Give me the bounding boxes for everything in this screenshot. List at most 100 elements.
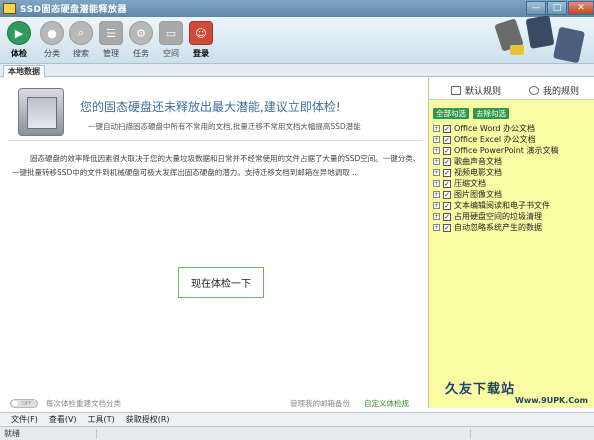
menu-license[interactable]: 获取授权(R) xyxy=(126,414,170,425)
expand-icon[interactable]: + xyxy=(433,125,440,132)
rules-panel: 默认规则 我的规则 全部勾选 去除勾选 + ✓ Office Word 办公文档 +… xyxy=(428,78,594,408)
rule-checkbox[interactable]: ✓ xyxy=(443,135,451,144)
status-bar: 就绪 xyxy=(0,426,594,440)
play-icon: ▶ xyxy=(7,21,31,45)
expand-icon[interactable]: + xyxy=(433,213,440,220)
expand-icon[interactable]: + xyxy=(433,191,440,198)
rebuild-classify-toggle[interactable]: OFF xyxy=(10,398,38,408)
deselect-all-button[interactable]: 去除勾选 xyxy=(473,108,509,119)
rules-tabs: 默认规则 我的规则 xyxy=(429,78,594,100)
app-icon xyxy=(3,3,16,14)
toolbar-manage-button[interactable]: ☰ 管理 xyxy=(96,21,126,59)
maximize-button[interactable]: □ xyxy=(547,1,567,15)
rule-item: + ✓ Office Excel 办公文档 xyxy=(433,134,593,145)
toolbar: ▶ 体检 ● 分类 ⌕ 搜索 ☰ 管理 ⚙ 任务 ▭ 空间 ☺ 登录 xyxy=(0,15,594,64)
toolbar-classify-button[interactable]: ● 分类 xyxy=(37,21,67,59)
tab-bar: 本地数据 xyxy=(0,64,594,78)
user-icon: ☺ xyxy=(189,21,213,45)
rule-label: 压缩文档 xyxy=(454,179,486,188)
toolbar-label: 空间 xyxy=(163,49,179,58)
selection-buttons: 全部勾选 去除勾选 xyxy=(433,108,513,119)
expand-icon[interactable]: + xyxy=(433,202,440,209)
menu-view[interactable]: 查看(V) xyxy=(49,414,77,425)
rule-checkbox[interactable]: ✓ xyxy=(443,201,451,210)
window-controls: — □ ✕ xyxy=(525,1,594,16)
status-divider xyxy=(470,429,471,439)
expand-icon[interactable]: + xyxy=(433,136,440,143)
select-all-button[interactable]: 全部勾选 xyxy=(433,108,469,119)
rule-label: 占用硬盘空间的垃圾清理 xyxy=(454,212,542,221)
rules-list: + ✓ Office Word 办公文档 + ✓ Office Excel 办公文档 +… xyxy=(433,123,593,233)
rule-label: 图片图像文档 xyxy=(454,190,502,199)
rule-item: + ✓ 视频电影文档 xyxy=(433,167,593,178)
toolbar-checkup-button[interactable]: ▶ 体检 xyxy=(4,21,34,59)
toolbar-label: 登录 xyxy=(193,49,209,58)
tab-local-data[interactable]: 本地数据 xyxy=(3,65,45,78)
rule-checkbox[interactable]: ✓ xyxy=(443,212,451,221)
divider xyxy=(8,140,422,141)
watermark-url: Www.9UPK.Com xyxy=(515,396,588,405)
rule-checkbox[interactable]: ✓ xyxy=(443,124,451,133)
toolbar-label: 搜索 xyxy=(73,49,89,58)
start-checkup-button[interactable]: 现在体检一下 xyxy=(178,267,264,298)
status-text: 就绪 xyxy=(4,429,20,438)
tab-my-rules[interactable]: 我的规则 xyxy=(529,84,579,97)
hero-title: 您的固态硬盘还未释放出最大潜能,建议立即体检! xyxy=(80,100,341,114)
rule-label: Office Word 办公文档 xyxy=(454,124,535,133)
rule-checkbox[interactable]: ✓ xyxy=(443,190,451,199)
menu-file[interactable]: 文件(F) xyxy=(11,414,38,425)
rule-item: + ✓ 图片图像文档 xyxy=(433,189,593,200)
rule-item: + ✓ 歌曲声音文档 xyxy=(433,156,593,167)
smiley-icon xyxy=(529,86,539,95)
ssd-drive-icon xyxy=(18,88,64,136)
description-text: 固态硬盘的效率降低因素很大取决于您的大量垃圾数据和日常并不经常使用的文件占据了大… xyxy=(12,154,421,177)
watermark: 久友下载站 xyxy=(445,382,516,397)
disk-icon: ▭ xyxy=(159,21,183,45)
monitor-icon xyxy=(451,86,461,95)
rule-checkbox[interactable]: ✓ xyxy=(443,168,451,177)
rule-label: 文本编辑阅读和电子书文件 xyxy=(454,201,550,210)
toggle-state: OFF xyxy=(22,400,32,407)
toggle-label: 每次体检重建文档分类 xyxy=(46,398,121,408)
expand-icon[interactable]: + xyxy=(433,147,440,154)
rule-checkbox[interactable]: ✓ xyxy=(443,179,451,188)
expand-icon[interactable]: + xyxy=(433,180,440,187)
rule-label: Office PowerPoint 演示文稿 xyxy=(454,146,559,155)
status-divider xyxy=(96,429,97,439)
rule-item: + ✓ Office Word 办公文档 xyxy=(433,123,593,134)
tab-my-rules-label: 我的规则 xyxy=(543,87,580,97)
rule-item: + ✓ 占用硬盘空间的垃圾清理 xyxy=(433,211,593,222)
rule-item: + ✓ 自动忽略系统产生的数据 xyxy=(433,222,593,233)
rule-item: + ✓ Office PowerPoint 演示文稿 xyxy=(433,145,593,156)
toolbar-task-button[interactable]: ⚙ 任务 xyxy=(126,21,156,59)
hdd-illustration-icon xyxy=(494,15,585,63)
toolbar-search-button[interactable]: ⌕ 搜索 xyxy=(66,21,96,59)
custom-rules-link[interactable]: 自定义体检规 xyxy=(364,398,409,409)
expand-icon[interactable]: + xyxy=(433,158,440,165)
rule-checkbox[interactable]: ✓ xyxy=(443,146,451,155)
toolbar-login-button[interactable]: ☺ 登录 xyxy=(186,21,216,59)
tab-default-rules-label: 默认规则 xyxy=(465,87,502,97)
expand-icon[interactable]: + xyxy=(433,169,440,176)
toolbar-label: 分类 xyxy=(44,49,60,58)
rule-checkbox[interactable]: ✓ xyxy=(443,223,451,232)
location-pin-icon: ● xyxy=(40,21,64,45)
hero-subtitle: 一键自动扫描固态硬盘中所有不常用的文档,批量迁移不常用文档大幅提高SSD潜能 xyxy=(88,122,361,131)
menu-bar: 文件(F) 查看(V) 工具(T) 获取授权(R) xyxy=(0,412,594,426)
options-strip: OFF 每次体检重建文档分类 管理我的邮箱备份 自定义体检规 xyxy=(0,396,428,410)
rule-label: Office Excel 办公文档 xyxy=(454,135,536,144)
expand-icon[interactable]: + xyxy=(433,224,440,231)
rule-label: 歌曲声音文档 xyxy=(454,157,502,166)
rule-item: + ✓ 文本编辑阅读和电子书文件 xyxy=(433,200,593,211)
menu-tools[interactable]: 工具(T) xyxy=(88,414,115,425)
tab-default-rules[interactable]: 默认规则 xyxy=(451,84,501,97)
window-title: SSD固态硬盘潜能释放器 xyxy=(20,5,128,15)
minimize-button[interactable]: — xyxy=(526,1,546,15)
toolbar-space-button[interactable]: ▭ 空间 xyxy=(156,21,186,59)
rule-checkbox[interactable]: ✓ xyxy=(443,157,451,166)
search-icon: ⌕ xyxy=(69,21,93,45)
toggle-knob xyxy=(12,400,18,406)
toolbar-label: 任务 xyxy=(133,49,149,58)
close-button[interactable]: ✕ xyxy=(568,1,594,15)
manage-mailbox-link[interactable]: 管理我的邮箱备份 xyxy=(290,398,350,409)
